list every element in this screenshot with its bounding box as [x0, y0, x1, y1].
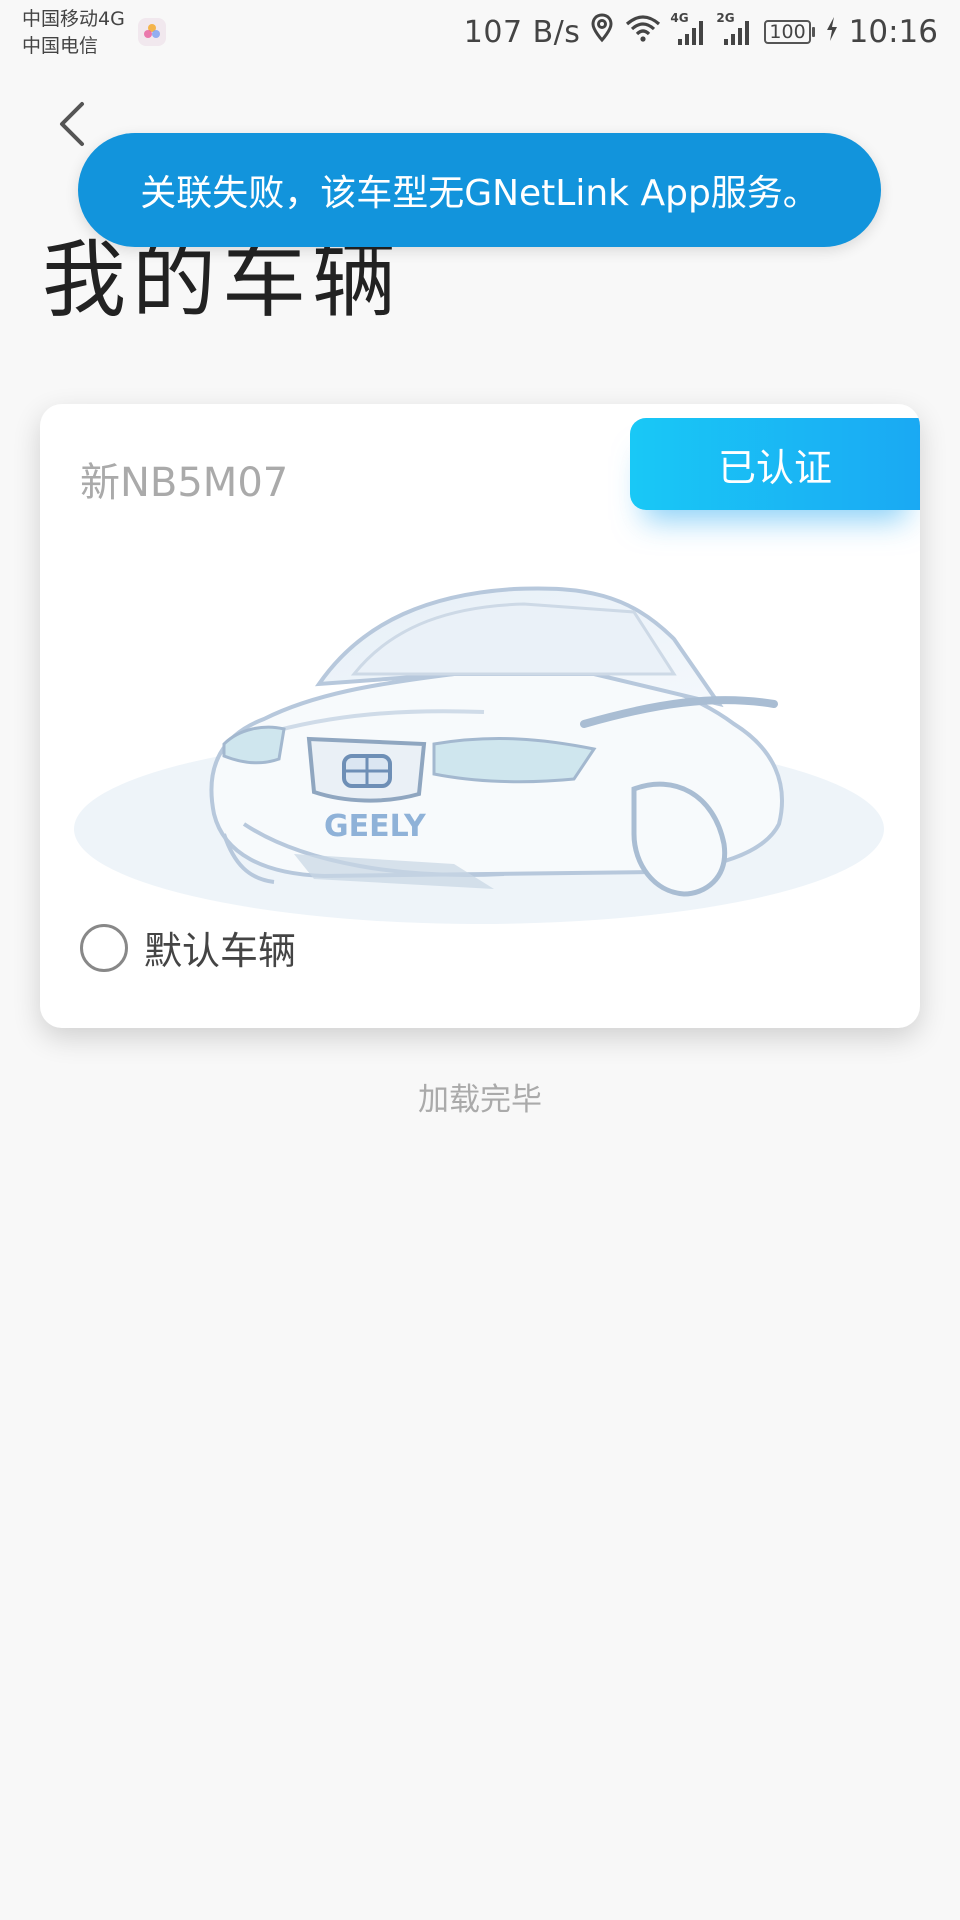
license-plate: 新NB5M07: [80, 460, 289, 506]
status-bar: 中国移动4G 中国电信 107 B/s 4G 2G 100 10:16: [0, 0, 960, 64]
sim1-network-tag: 4G: [670, 11, 689, 25]
notification-app-icon: [138, 18, 166, 46]
error-toast: 关联失败，该车型无GNetLink App服务。: [78, 133, 881, 247]
carrier-2: 中国电信: [22, 35, 99, 57]
clock: 10:16: [848, 14, 938, 50]
toast-message: 关联失败，该车型无GNetLink App服务。: [140, 173, 819, 214]
signal-sim2-icon: 2G: [716, 11, 754, 47]
battery-icon: 100: [764, 20, 815, 44]
default-vehicle-label: 默认车辆: [144, 929, 297, 973]
verified-badge: 已认证: [630, 418, 920, 510]
battery-level: 100: [764, 20, 811, 44]
car-brand-text: GEELY: [324, 809, 427, 844]
car-illustration: GEELY: [74, 586, 884, 924]
status-right: 107 B/s 4G 2G 100 10:16: [463, 11, 938, 52]
carrier-1: 中国移动4G: [22, 8, 125, 30]
location-icon: [590, 13, 614, 51]
vehicle-card[interactable]: 新NB5M07 已认证 GEELY 默认车辆: [40, 404, 920, 1028]
wifi-icon: [624, 13, 662, 51]
back-button[interactable]: [52, 96, 96, 152]
charging-icon: [825, 15, 839, 50]
verified-badge-label: 已认证: [717, 445, 832, 490]
load-status: 加载完毕: [418, 1082, 542, 1118]
signal-sim1-icon: 4G: [670, 11, 708, 47]
carrier-info: 中国移动4G 中国电信: [22, 6, 125, 60]
net-speed: 107 B/s: [463, 14, 581, 50]
chevron-left-icon: [60, 102, 84, 146]
default-vehicle-option[interactable]: 默认车辆: [80, 920, 296, 975]
default-vehicle-radio[interactable]: [80, 923, 128, 972]
sim2-network-tag: 2G: [716, 11, 735, 25]
